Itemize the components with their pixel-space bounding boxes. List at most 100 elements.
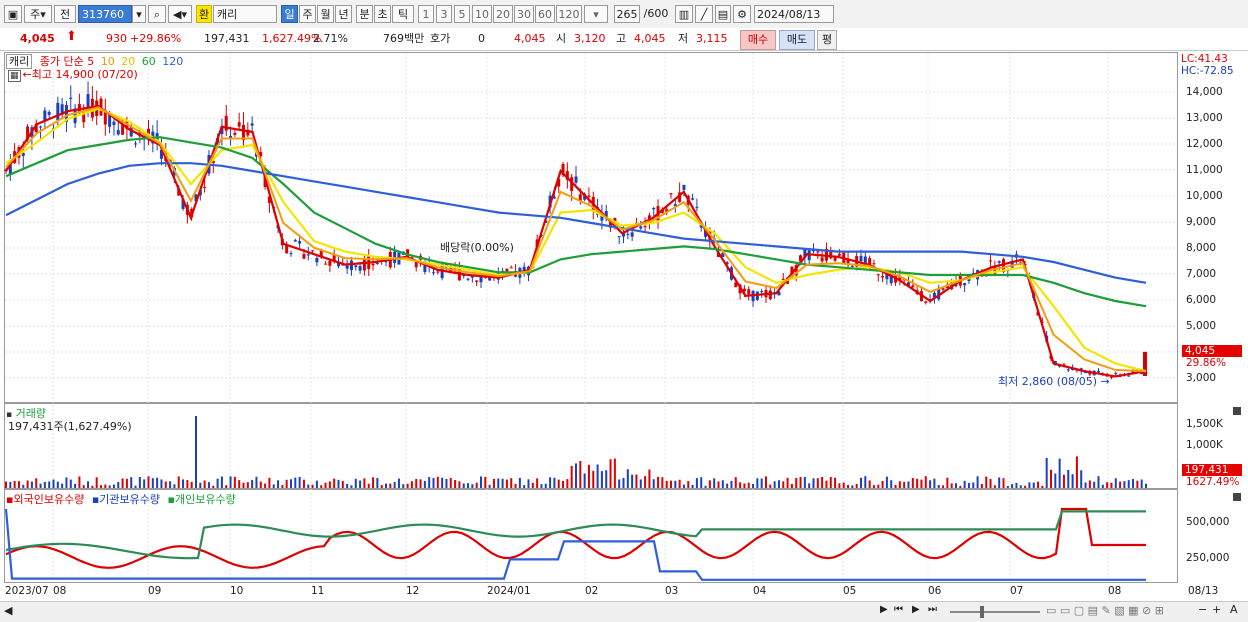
legend-institution: ▪기관보유수량 [91,493,161,506]
candle-body [436,271,440,273]
volume-bar [592,470,595,488]
volume-bar [147,476,150,488]
volume-bar [337,479,340,488]
zoom-slider[interactable] [950,611,1040,613]
holdings-y-tick: 250,000 [1186,552,1230,564]
fast-forward-icon[interactable]: ⏭ [928,604,937,615]
volume-bar [346,483,349,488]
volume-bar [1093,481,1096,488]
volume-bar [220,476,223,488]
volume-bar [657,476,660,488]
volume-bar [22,484,25,488]
candle-body [669,193,673,195]
ma-legend-60: 60 [141,55,156,68]
rewind-icon[interactable]: ⏮ [894,604,903,615]
volume-bar [1101,484,1104,488]
panel-close-icon[interactable] [1233,407,1241,415]
candle-body [816,251,820,253]
volume-bar [579,461,582,488]
volume-bar [691,484,694,488]
candle-body [375,263,379,265]
ma-legend-120: 120 [162,55,184,68]
volume-pct-label: 1627.49% [1186,476,1240,488]
volume-bar [402,484,405,488]
volume-bar [695,478,698,488]
volume-bar [30,481,33,488]
holdings-legend: ▪외국인보유수량 ▪기관보유수량 ▪개인보유수량 [6,491,236,507]
volume-bar [782,481,785,488]
volume-bar [717,481,720,488]
volume-bar [43,481,46,488]
candle-body [47,111,51,115]
candle-body [306,254,310,256]
panel-close-icon[interactable] [1233,493,1241,501]
volume-bar [752,484,755,488]
volume-bar [803,476,806,488]
volume-bar [523,485,526,488]
y-tick: 5,000 [1186,320,1217,332]
candle-body [682,184,686,190]
volume-bar [432,478,435,488]
volume-bar [808,483,811,488]
zoom-in-icon[interactable]: + [1212,603,1221,616]
volume-bar [1114,478,1117,488]
volume-bar [203,480,206,488]
candle-body [233,132,237,135]
volume-bar [246,482,249,488]
volume-bar [190,481,193,488]
volume-bar [1084,482,1087,488]
zoom-slider-handle[interactable] [980,606,984,618]
volume-bar [933,478,936,488]
scroll-left-icon[interactable]: ◀ [4,604,12,617]
zoom-out-icon[interactable]: − [1198,603,1207,616]
layout-icons[interactable]: ▭ ▭ ▢ ▤ ✎ ▧ ▦ ⊘ ⊞ [1046,604,1164,617]
volume-bar [1119,481,1122,488]
volume-bar [177,476,180,488]
font-size-icon[interactable]: A [1230,603,1238,616]
x-tick: 2023/07 [5,585,49,597]
volume-bar [721,480,724,488]
volume-bar [860,477,862,488]
volume-bar [821,476,824,488]
candle-body [466,278,470,280]
table-icon[interactable]: ▦ [8,70,21,82]
volume-bar [795,477,798,488]
chart-canvas[interactable] [0,0,1248,621]
candle-body [643,226,647,228]
volume-bar [156,477,159,488]
volume-bar [350,485,353,488]
volume-bar [17,481,20,488]
volume-bar [812,478,815,488]
volume-bar [1058,458,1061,488]
candle-body [859,255,863,262]
volume-bar [199,482,202,488]
volume-bar [307,484,310,488]
candle-body [362,258,366,271]
volume-bar [1050,469,1052,488]
volume-bar [104,484,107,488]
y-tick: 3,000 [1186,372,1217,384]
volume-bar [713,478,716,488]
volume-bar [847,484,850,488]
volume-bar [877,484,880,488]
candle-body [315,257,319,263]
x-tick: 05 [843,585,857,597]
volume-y-tick: 1,000K [1186,439,1223,451]
volume-bar [773,481,776,488]
volume-bar [315,480,318,488]
candle-body [691,198,695,200]
volume-bar [890,480,893,488]
volume-bar [726,483,729,488]
volume-bar [825,480,828,488]
volume-bar [605,470,608,488]
volume-bar [264,483,267,488]
candle-body [911,285,915,288]
volume-bar [747,482,750,488]
play-icon[interactable]: ▶ [912,604,920,615]
volume-bar [454,480,457,488]
volume-bar [138,476,141,488]
volume-bar [648,469,651,488]
legend-individual: ▪개인보유수량 [167,493,236,506]
volume-bar [56,481,59,488]
scroll-right-icon[interactable]: ▶ [880,604,888,615]
